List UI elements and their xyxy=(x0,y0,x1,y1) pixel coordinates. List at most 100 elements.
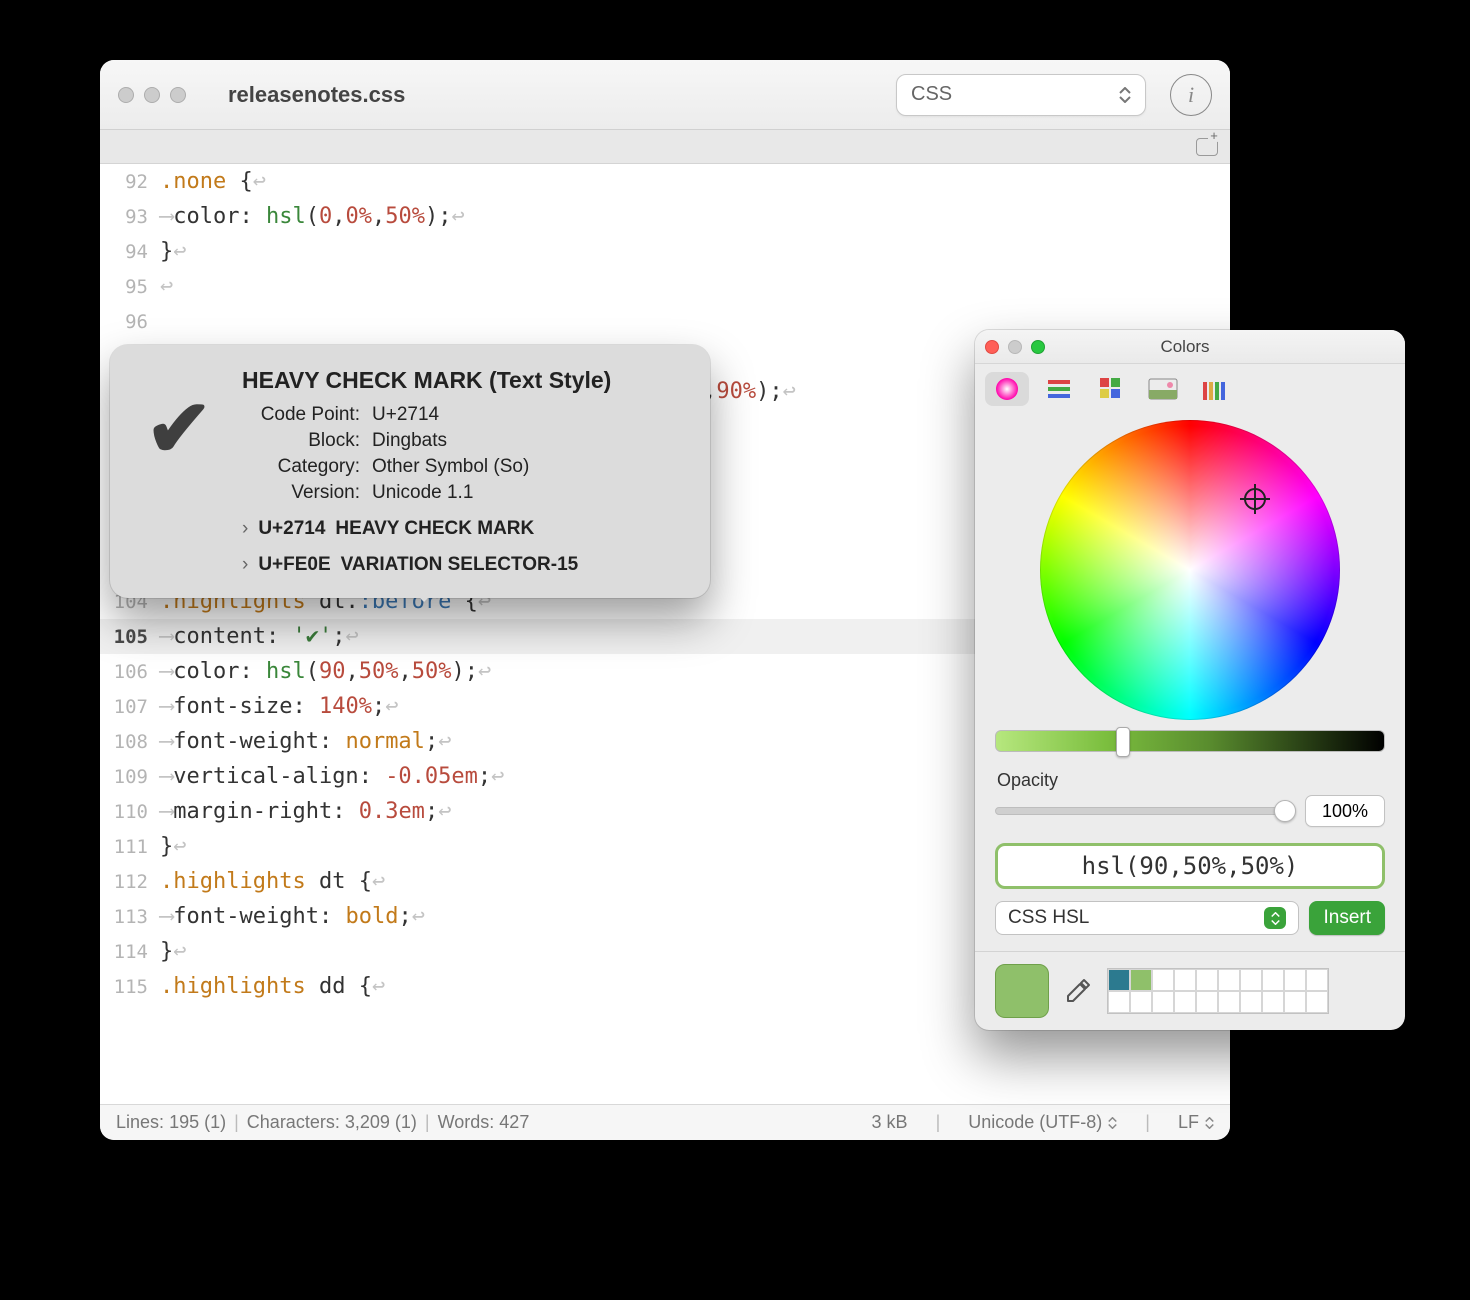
gutter-number: 114 xyxy=(100,941,160,963)
opacity-label: Opacity xyxy=(975,770,1405,795)
colors-tab-sliders[interactable] xyxy=(1037,372,1081,406)
swatch-grid[interactable] xyxy=(1107,968,1329,1014)
zoom-icon[interactable] xyxy=(170,87,186,103)
popover-row-value: Other Symbol (So) xyxy=(372,456,611,478)
popover-sequence-item[interactable]: ›U+2714 HEAVY CHECK MARK xyxy=(242,518,611,540)
opacity-thumb[interactable] xyxy=(1274,800,1296,822)
colors-tab-wheel[interactable] xyxy=(985,372,1029,406)
minimize-icon[interactable] xyxy=(144,87,160,103)
swatch-cell[interactable] xyxy=(1218,991,1240,1013)
code-line[interactable]: 95↩ xyxy=(100,269,1230,304)
gutter-number: 94 xyxy=(100,241,160,263)
code-line[interactable]: 94}↩ xyxy=(100,234,1230,269)
sb-lines-label: Lines: xyxy=(116,1112,164,1133)
gutter-number: 93 xyxy=(100,206,160,228)
popover-row-key: Version: xyxy=(242,482,372,504)
swatch-cell[interactable] xyxy=(1284,991,1306,1013)
swatch-cell[interactable] xyxy=(1108,991,1130,1013)
palette-icon xyxy=(1098,376,1124,402)
window-title: releasenotes.css xyxy=(228,82,405,108)
sb-size: 3 kB xyxy=(872,1112,908,1133)
popover-row-key: Block: xyxy=(242,430,372,452)
swatch-cell[interactable] xyxy=(1108,969,1130,991)
colors-title: Colors xyxy=(1045,337,1325,357)
zoom-icon[interactable] xyxy=(1031,340,1045,354)
gutter-number: 112 xyxy=(100,871,160,893)
swatch-cell[interactable] xyxy=(1152,969,1174,991)
close-icon[interactable] xyxy=(118,87,134,103)
minimize-icon[interactable] xyxy=(1008,340,1022,354)
gutter-number: 95 xyxy=(100,276,160,298)
gutter-number: 106 xyxy=(100,661,160,683)
eyedropper-icon xyxy=(1064,977,1092,1005)
chevron-updown-icon xyxy=(1119,87,1131,103)
traffic-lights[interactable] xyxy=(118,87,210,103)
color-wheel-reticle[interactable] xyxy=(1244,488,1266,510)
char-info-popover: ✔ HEAVY CHECK MARK (Text Style) Code Poi… xyxy=(110,345,710,598)
new-tab-button[interactable] xyxy=(1196,138,1218,156)
gutter-number: 115 xyxy=(100,976,160,998)
popover-sequence-item[interactable]: ›U+FE0E VARIATION SELECTOR-15 xyxy=(242,554,611,576)
swatch-cell[interactable] xyxy=(1196,991,1218,1013)
swatch-cell[interactable] xyxy=(1262,969,1284,991)
popover-row-key: Code Point: xyxy=(242,404,372,426)
swatch-cell[interactable] xyxy=(1196,969,1218,991)
close-icon[interactable] xyxy=(985,340,999,354)
sb-chars-label: Characters: xyxy=(247,1112,340,1133)
swatch-cell[interactable] xyxy=(1130,991,1152,1013)
swatch-cell[interactable] xyxy=(1284,969,1306,991)
opacity-slider[interactable] xyxy=(995,807,1293,815)
opacity-field[interactable]: 100% xyxy=(1305,795,1385,827)
colors-titlebar: Colors xyxy=(975,330,1405,364)
popover-row-value: U+2714 xyxy=(372,404,611,426)
colors-panel: Colors Opacity 100% xyxy=(975,330,1405,1030)
gutter-number: 107 xyxy=(100,696,160,718)
gutter-number: 109 xyxy=(100,766,160,788)
swatch-cell[interactable] xyxy=(1306,969,1328,991)
colors-tab-palettes[interactable] xyxy=(1089,372,1133,406)
swatch-cell[interactable] xyxy=(1306,991,1328,1013)
brightness-slider[interactable] xyxy=(995,730,1385,752)
image-icon xyxy=(1148,378,1178,400)
colors-tab-image[interactable] xyxy=(1141,372,1185,406)
status-bar: Lines: 195 (1) | Characters: 3,209 (1) |… xyxy=(100,1104,1230,1140)
swatch-cell[interactable] xyxy=(1152,991,1174,1013)
swatch-cell[interactable] xyxy=(1174,969,1196,991)
insert-button[interactable]: Insert xyxy=(1309,901,1385,935)
color-value-field[interactable]: hsl(90,50%,50%) xyxy=(995,843,1385,889)
traffic-lights[interactable] xyxy=(985,340,1045,354)
swatch-cell[interactable] xyxy=(1262,991,1284,1013)
sb-chars-value: 3,209 (1) xyxy=(345,1112,417,1133)
swatch-cell[interactable] xyxy=(1240,991,1262,1013)
line-ending-select[interactable]: LF xyxy=(1178,1112,1214,1133)
code-line[interactable]: 92.none {↩ xyxy=(100,164,1230,199)
info-button[interactable]: i xyxy=(1170,74,1212,116)
gutter-number: 110 xyxy=(100,801,160,823)
popover-title: HEAVY CHECK MARK (Text Style) xyxy=(242,367,611,394)
eyedropper-button[interactable] xyxy=(1061,974,1095,1008)
sb-words-label: Words: xyxy=(438,1112,495,1133)
swatch-cell[interactable] xyxy=(1218,969,1240,991)
gutter-number: 111 xyxy=(100,836,160,858)
colors-tabs xyxy=(975,364,1405,414)
popover-row-value: Dingbats xyxy=(372,430,611,452)
chevron-updown-icon xyxy=(1108,1117,1117,1129)
code-line[interactable]: 93⟶color: hsl(0,0%,50%);↩ xyxy=(100,199,1230,234)
swatch-cell[interactable] xyxy=(1174,991,1196,1013)
colors-tab-pencils[interactable] xyxy=(1193,372,1237,406)
chevron-updown-icon xyxy=(1264,907,1286,929)
pencils-icon xyxy=(1201,376,1229,402)
language-select[interactable]: CSS xyxy=(896,74,1146,116)
popover-row-value: Unicode 1.1 xyxy=(372,482,611,504)
color-format-select[interactable]: CSS HSL xyxy=(995,901,1299,935)
brightness-thumb[interactable] xyxy=(1116,727,1130,757)
popover-row-key: Category: xyxy=(242,456,372,478)
gutter-number: 108 xyxy=(100,731,160,753)
current-color-swatch[interactable] xyxy=(995,964,1049,1018)
encoding-select[interactable]: Unicode (UTF-8) xyxy=(968,1112,1117,1133)
color-wheel[interactable] xyxy=(1040,420,1340,720)
swatch-cell[interactable] xyxy=(1130,969,1152,991)
color-wheel-icon xyxy=(994,376,1020,402)
gutter-number: 92 xyxy=(100,171,160,193)
swatch-cell[interactable] xyxy=(1240,969,1262,991)
